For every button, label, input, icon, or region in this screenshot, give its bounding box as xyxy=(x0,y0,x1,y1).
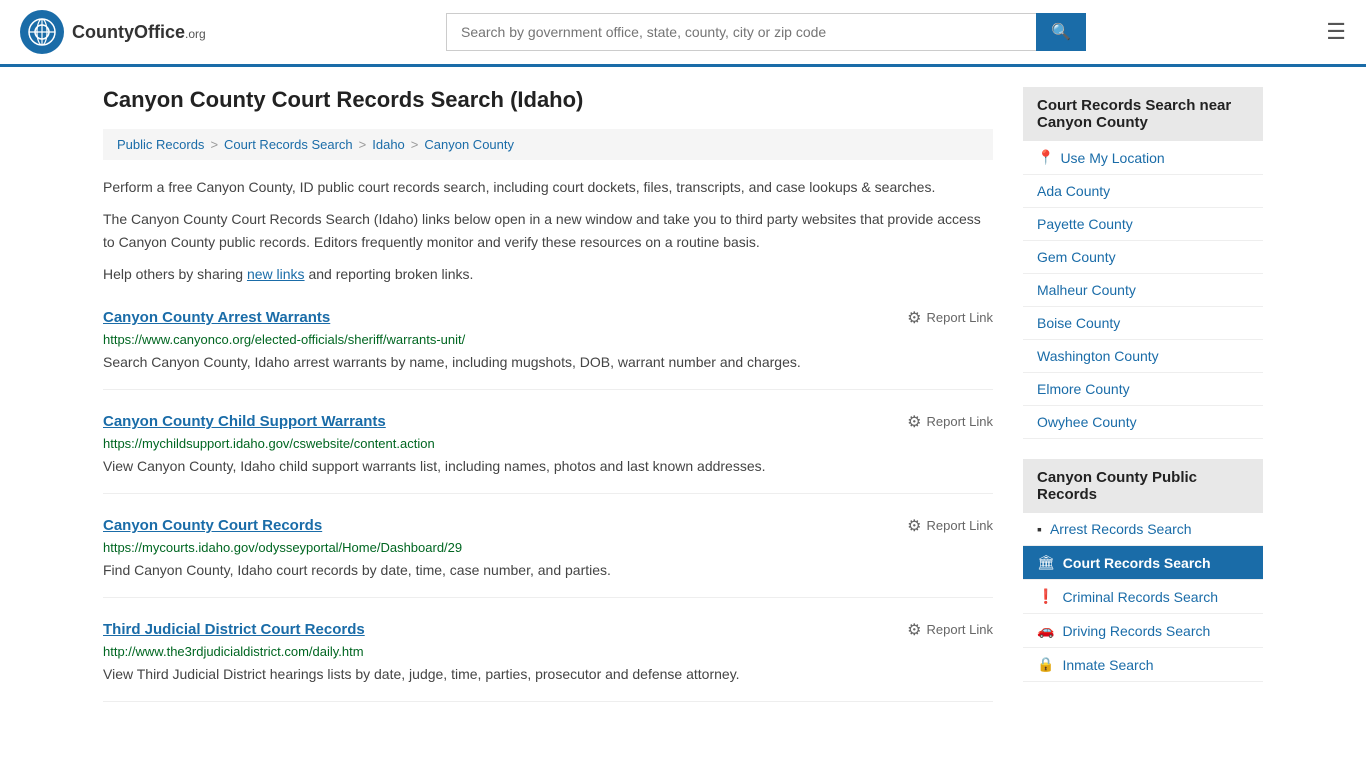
description-2: The Canyon County Court Records Search (… xyxy=(103,208,993,253)
breadcrumb-court-records[interactable]: Court Records Search xyxy=(224,137,353,152)
result-url[interactable]: https://mycourts.idaho.gov/odysseyportal… xyxy=(103,540,993,555)
nearby-county-link[interactable]: Boise County xyxy=(1037,315,1120,331)
results-container: Canyon County Arrest Warrants ⚙ Report L… xyxy=(103,308,993,702)
public-record-link[interactable]: Criminal Records Search xyxy=(1062,589,1218,605)
nearby-county-item: Ada County xyxy=(1023,175,1263,208)
breadcrumb-sep-1: > xyxy=(210,137,218,152)
report-link-label: Report Link xyxy=(927,414,993,429)
result-header: Third Judicial District Court Records ⚙ … xyxy=(103,620,993,640)
report-link-label: Report Link xyxy=(927,310,993,325)
result-description: Search Canyon County, Idaho arrest warra… xyxy=(103,352,993,373)
result-title[interactable]: Canyon County Court Records xyxy=(103,517,322,534)
report-link-label: Report Link xyxy=(927,518,993,533)
result-description: View Canyon County, Idaho child support … xyxy=(103,456,993,477)
menu-icon[interactable]: ☰ xyxy=(1326,19,1346,45)
report-icon: ⚙ xyxy=(907,412,921,432)
main-content: Canyon County Court Records Search (Idah… xyxy=(103,87,993,702)
public-record-item[interactable]: 🚗 Driving Records Search xyxy=(1023,614,1263,648)
public-record-link[interactable]: Driving Records Search xyxy=(1062,623,1210,639)
result-header: Canyon County Arrest Warrants ⚙ Report L… xyxy=(103,308,993,328)
nearby-county-link[interactable]: Washington County xyxy=(1037,348,1159,364)
report-icon: ⚙ xyxy=(907,308,921,328)
public-record-link[interactable]: Arrest Records Search xyxy=(1050,521,1192,537)
nearby-county-link[interactable]: Owyhee County xyxy=(1037,414,1137,430)
public-record-item[interactable]: ▪ Arrest Records Search xyxy=(1023,513,1263,546)
result-url[interactable]: https://www.canyonco.org/elected-officia… xyxy=(103,332,993,347)
result-description: View Third Judicial District hearings li… xyxy=(103,664,993,685)
result-title[interactable]: Canyon County Child Support Warrants xyxy=(103,413,386,430)
new-links-link[interactable]: new links xyxy=(247,266,305,282)
nearby-county-item: Boise County xyxy=(1023,307,1263,340)
result-entry: Canyon County Arrest Warrants ⚙ Report L… xyxy=(103,308,993,390)
use-my-location-link[interactable]: Use My Location xyxy=(1060,150,1164,166)
nearby-county-item: Elmore County xyxy=(1023,373,1263,406)
result-entry: Canyon County Court Records ⚙ Report Lin… xyxy=(103,516,993,598)
nearby-county-list: Ada County Payette County Gem County Malheu… xyxy=(1023,175,1263,439)
public-record-link[interactable]: Court Records Search xyxy=(1063,555,1211,571)
report-link[interactable]: ⚙ Report Link xyxy=(907,412,993,432)
search-icon: 🔍 xyxy=(1051,22,1071,42)
report-link[interactable]: ⚙ Report Link xyxy=(907,516,993,536)
breadcrumb: Public Records > Court Records Search > … xyxy=(103,129,993,160)
breadcrumb-idaho[interactable]: Idaho xyxy=(372,137,405,152)
public-record-item[interactable]: 🏛 Court Records Search xyxy=(1023,546,1263,580)
nearby-county-item: Malheur County xyxy=(1023,274,1263,307)
site-header: CountyOffice.org 🔍 ☰ xyxy=(0,0,1366,67)
public-record-link[interactable]: Inmate Search xyxy=(1062,657,1153,673)
report-icon: ⚙ xyxy=(907,516,921,536)
report-icon: ⚙ xyxy=(907,620,921,640)
report-link[interactable]: ⚙ Report Link xyxy=(907,308,993,328)
record-type-icon: 🏛 xyxy=(1037,554,1055,571)
record-type-icon: 🚗 xyxy=(1037,622,1054,639)
public-records-section-title: Canyon County Public Records xyxy=(1023,459,1263,513)
nearby-section-title: Court Records Search near Canyon County xyxy=(1023,87,1263,141)
breadcrumb-sep-2: > xyxy=(359,137,367,152)
result-header: Canyon County Court Records ⚙ Report Lin… xyxy=(103,516,993,536)
logo-icon xyxy=(20,10,64,54)
breadcrumb-public-records[interactable]: Public Records xyxy=(117,137,204,152)
nearby-county-item: Payette County xyxy=(1023,208,1263,241)
nearby-county-link[interactable]: Malheur County xyxy=(1037,282,1136,298)
nearby-county-link[interactable]: Ada County xyxy=(1037,183,1110,199)
nearby-county-link[interactable]: Elmore County xyxy=(1037,381,1130,397)
nearby-county-item: Washington County xyxy=(1023,340,1263,373)
search-button[interactable]: 🔍 xyxy=(1036,13,1086,51)
public-record-item[interactable]: 🔒 Inmate Search xyxy=(1023,648,1263,682)
result-url[interactable]: http://www.the3rdjudicialdistrict.com/da… xyxy=(103,644,993,659)
search-input[interactable] xyxy=(446,13,1036,51)
record-type-icon: 🔒 xyxy=(1037,656,1054,673)
result-entry: Canyon County Child Support Warrants ⚙ R… xyxy=(103,412,993,494)
nearby-county-link[interactable]: Gem County xyxy=(1037,249,1116,265)
report-link[interactable]: ⚙ Report Link xyxy=(907,620,993,640)
result-entry: Third Judicial District Court Records ⚙ … xyxy=(103,620,993,702)
record-type-icon: ▪ xyxy=(1037,521,1042,537)
search-area: 🔍 xyxy=(446,13,1086,51)
breadcrumb-canyon-county[interactable]: Canyon County xyxy=(424,137,514,152)
public-records-list: ▪ Arrest Records Search 🏛 Court Records … xyxy=(1023,513,1263,682)
public-record-item[interactable]: ❗ Criminal Records Search xyxy=(1023,580,1263,614)
use-my-location[interactable]: 📍 Use My Location xyxy=(1023,141,1263,175)
result-title[interactable]: Canyon County Arrest Warrants xyxy=(103,309,330,326)
nearby-county-item: Owyhee County xyxy=(1023,406,1263,439)
main-container: Canyon County Court Records Search (Idah… xyxy=(83,67,1283,722)
description-3: Help others by sharing new links and rep… xyxy=(103,263,993,285)
logo-text: CountyOffice.org xyxy=(72,22,206,43)
page-title: Canyon County Court Records Search (Idah… xyxy=(103,87,993,113)
result-url[interactable]: https://mychildsupport.idaho.gov/cswebsi… xyxy=(103,436,993,451)
result-header: Canyon County Child Support Warrants ⚙ R… xyxy=(103,412,993,432)
breadcrumb-sep-3: > xyxy=(411,137,419,152)
result-title[interactable]: Third Judicial District Court Records xyxy=(103,621,365,638)
logo-area: CountyOffice.org xyxy=(20,10,206,54)
nearby-county-link[interactable]: Payette County xyxy=(1037,216,1133,232)
record-type-icon: ❗ xyxy=(1037,588,1054,605)
description-1: Perform a free Canyon County, ID public … xyxy=(103,176,993,198)
sidebar: Court Records Search near Canyon County … xyxy=(1023,87,1263,702)
nearby-county-item: Gem County xyxy=(1023,241,1263,274)
report-link-label: Report Link xyxy=(927,622,993,637)
location-dot-icon: 📍 xyxy=(1037,149,1054,166)
result-description: Find Canyon County, Idaho court records … xyxy=(103,560,993,581)
